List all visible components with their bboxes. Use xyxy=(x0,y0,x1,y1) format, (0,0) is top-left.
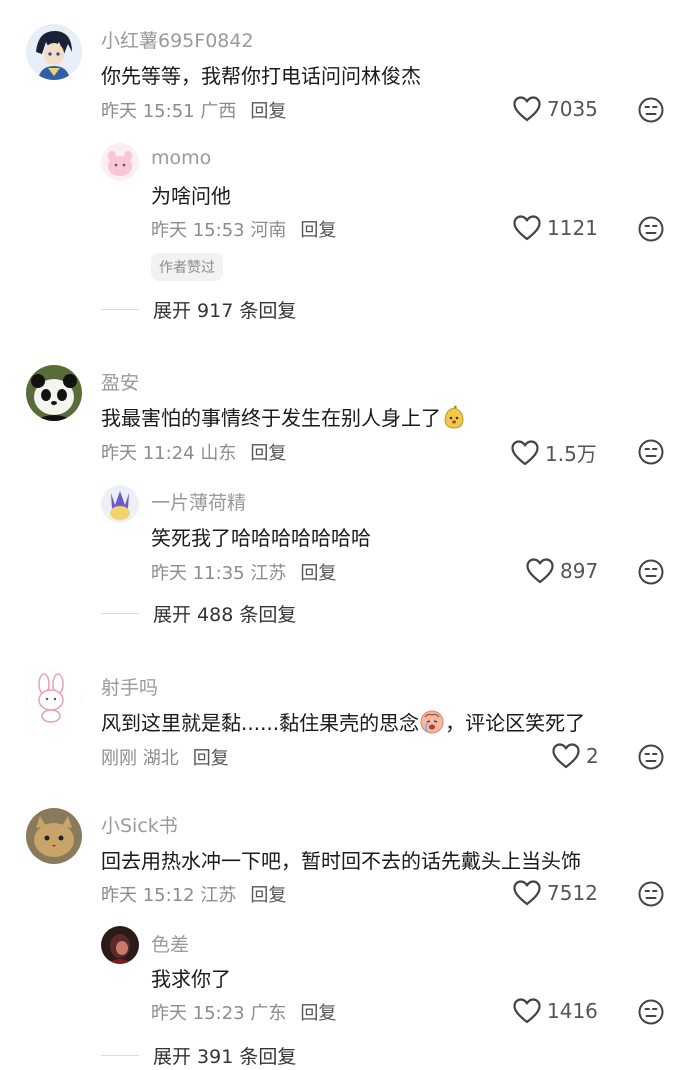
heart-outline-icon xyxy=(526,558,554,584)
neutral-face-icon[interactable] xyxy=(638,216,664,242)
comment-text-body: 我最害怕的事情终于发生在别人身上了 xyxy=(101,406,441,430)
like-count: 1.5万 xyxy=(545,442,597,466)
expand-replies-button[interactable]: 展开 488 条回复 xyxy=(101,600,296,627)
username[interactable]: 盈安 xyxy=(101,368,139,395)
like-button[interactable]: 897 xyxy=(526,558,598,584)
neutral-face-icon[interactable] xyxy=(638,439,664,465)
reply-button[interactable]: 回复 xyxy=(300,1003,336,1024)
like-button[interactable]: 7512 xyxy=(513,880,598,906)
reply-text[interactable]: 我求你了 xyxy=(151,963,231,992)
avatar[interactable] xyxy=(26,24,82,80)
heart-outline-icon xyxy=(513,998,541,1024)
reply-button[interactable]: 回复 xyxy=(300,563,336,584)
comment-text[interactable]: 风到这里就是黏......黏住果壳的思念 ，评论区笑死了 xyxy=(101,707,585,736)
reply-meta: 昨天 15:53 河南 回复 xyxy=(151,216,336,242)
comment-meta: 刚刚 湖北 回复 xyxy=(101,744,229,770)
expand-replies-button[interactable]: 展开 391 条回复 xyxy=(101,1042,296,1069)
expand-replies-button[interactable]: 展开 917 条回复 xyxy=(101,296,296,323)
like-button[interactable]: 1.5万 xyxy=(511,438,597,467)
avatar[interactable] xyxy=(26,365,82,421)
comment-meta: 昨天 11:24 山东 回复 xyxy=(101,439,286,465)
divider xyxy=(101,309,139,310)
reply-button[interactable]: 回复 xyxy=(250,443,286,464)
reply-button[interactable]: 回复 xyxy=(250,101,286,122)
avatar[interactable] xyxy=(26,808,82,864)
reply-meta: 昨天 11:35 江苏 回复 xyxy=(151,559,336,585)
heart-outline-icon xyxy=(552,743,580,769)
neutral-face-icon[interactable] xyxy=(638,744,664,770)
username[interactable]: 小红薯695F0842 xyxy=(101,26,254,53)
username[interactable]: 一片薄荷精 xyxy=(151,488,246,515)
username[interactable]: 色差 xyxy=(151,930,189,957)
reply-time-location: 昨天 15:53 河南 xyxy=(151,220,287,241)
crying-face-emoji xyxy=(420,710,444,734)
author-liked-badge: 作者赞过 xyxy=(151,253,223,281)
avatar[interactable] xyxy=(101,926,139,964)
heart-outline-icon xyxy=(513,215,541,241)
like-count: 1121 xyxy=(547,216,598,240)
like-count: 897 xyxy=(560,559,599,583)
comment-meta: 昨天 15:12 江苏 回复 xyxy=(101,881,286,907)
reply-time-location: 昨天 11:35 江苏 xyxy=(151,563,287,584)
comment-text-part: 风到这里就是黏......黏住果壳的思念 xyxy=(101,711,420,735)
comment-time-location: 昨天 11:24 山东 xyxy=(101,443,237,464)
comment-meta: 昨天 15:51 广西 回复 xyxy=(101,97,286,123)
heart-outline-icon xyxy=(513,96,541,122)
like-button[interactable]: 1121 xyxy=(513,215,598,241)
comment-time-location: 昨天 15:12 江苏 xyxy=(101,885,237,906)
like-count: 1416 xyxy=(547,999,598,1023)
pear-face-emoji xyxy=(444,405,464,429)
avatar[interactable] xyxy=(101,485,139,523)
like-button[interactable]: 1416 xyxy=(513,998,598,1024)
reply-button[interactable]: 回复 xyxy=(300,220,336,241)
like-count: 7035 xyxy=(547,97,598,121)
username[interactable]: momo xyxy=(151,147,211,169)
username[interactable]: 小Sick书 xyxy=(101,811,178,838)
neutral-face-icon[interactable] xyxy=(638,97,664,123)
divider xyxy=(101,1055,139,1056)
neutral-face-icon[interactable] xyxy=(638,559,664,585)
heart-outline-icon xyxy=(513,880,541,906)
avatar[interactable] xyxy=(101,143,139,181)
reply-button[interactable]: 回复 xyxy=(193,748,229,769)
username[interactable]: 射手吗 xyxy=(101,673,158,700)
reply-time-location: 昨天 15:23 广东 xyxy=(151,1003,287,1024)
avatar[interactable] xyxy=(26,670,82,726)
comment-text[interactable]: 回去用热水冲一下吧，暂时回不去的话先戴头上当头饰 xyxy=(101,845,581,874)
reply-button[interactable]: 回复 xyxy=(250,885,286,906)
neutral-face-icon[interactable] xyxy=(638,881,664,907)
neutral-face-icon[interactable] xyxy=(638,999,664,1025)
reply-text[interactable]: 笑死我了哈哈哈哈哈哈哈 xyxy=(151,522,371,551)
reply-text[interactable]: 为啥问他 xyxy=(151,180,231,209)
like-count: 7512 xyxy=(547,881,598,905)
expand-replies-label: 展开 488 条回复 xyxy=(153,604,297,626)
like-button[interactable]: 2 xyxy=(552,743,599,769)
comment-time-location: 刚刚 湖北 xyxy=(101,748,179,769)
comment-text[interactable]: 你先等等，我帮你打电话问问林俊杰 xyxy=(101,60,421,89)
like-button[interactable]: 7035 xyxy=(513,96,598,122)
reply-meta: 昨天 15:23 广东 回复 xyxy=(151,999,336,1025)
comment-text[interactable]: 我最害怕的事情终于发生在别人身上了 xyxy=(101,402,467,431)
heart-outline-icon xyxy=(511,440,539,466)
divider xyxy=(101,613,139,614)
expand-replies-label: 展开 391 条回复 xyxy=(153,1046,297,1068)
expand-replies-label: 展开 917 条回复 xyxy=(153,300,297,322)
comment-time-location: 昨天 15:51 广西 xyxy=(101,101,237,122)
like-count: 2 xyxy=(586,744,599,768)
comment-text-part: ，评论区笑死了 xyxy=(445,711,586,735)
